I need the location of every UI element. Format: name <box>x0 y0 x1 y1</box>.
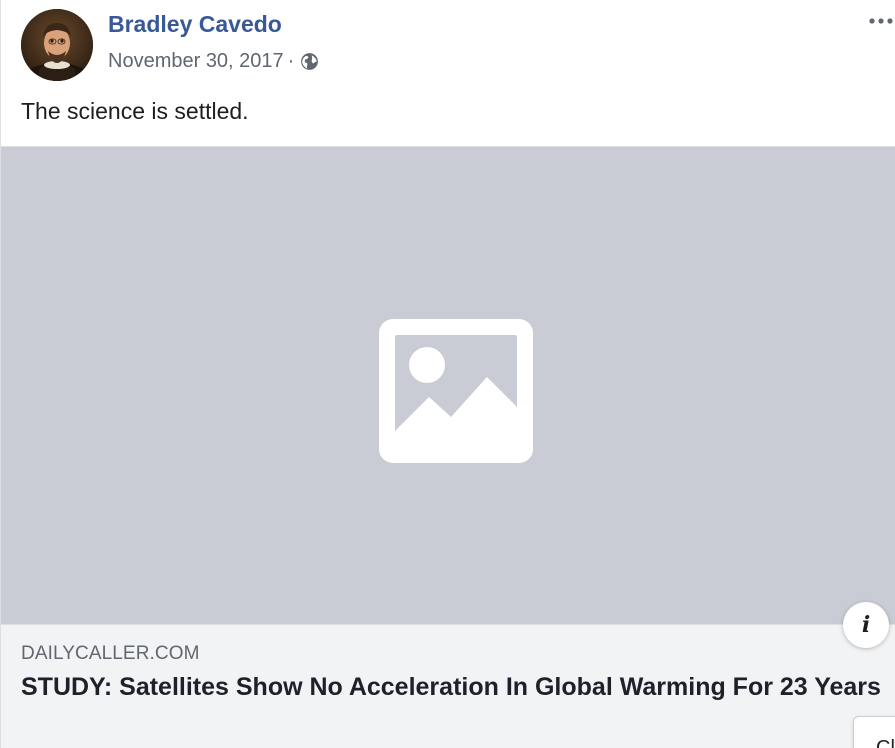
link-domain: DAILYCALLER.COM <box>21 643 200 664</box>
info-button[interactable]: i <box>843 602 889 648</box>
info-icon: i <box>861 612 871 638</box>
post-text: The science is settled. <box>21 98 249 124</box>
link-headline[interactable]: STUDY: Satellites Show No Acceleration I… <box>21 670 881 705</box>
link-image-placeholder[interactable] <box>1 147 895 624</box>
author-name-link[interactable]: Bradley Cavedo <box>108 11 282 38</box>
partial-popup[interactable]: Cl <box>853 716 895 748</box>
link-preview-card[interactable]: DAILYCALLER.COM STUDY: Satellites Show N… <box>1 146 895 748</box>
image-placeholder-icon <box>379 319 533 463</box>
globe-icon[interactable] <box>299 51 320 72</box>
author-avatar[interactable] <box>21 9 93 81</box>
partial-popup-text: Cl <box>876 737 895 748</box>
post-timestamp-link[interactable]: November 30, 2017 <box>108 50 284 73</box>
meta-separator: · <box>287 50 295 72</box>
avatar-portrait-icon <box>21 9 93 81</box>
facebook-post: Bradley Cavedo November 30, 2017 · The s… <box>0 0 895 748</box>
more-options-icon[interactable] <box>867 14 895 28</box>
post-meta: November 30, 2017 · <box>108 50 320 73</box>
link-caption[interactable]: DAILYCALLER.COM STUDY: Satellites Show N… <box>1 624 895 748</box>
